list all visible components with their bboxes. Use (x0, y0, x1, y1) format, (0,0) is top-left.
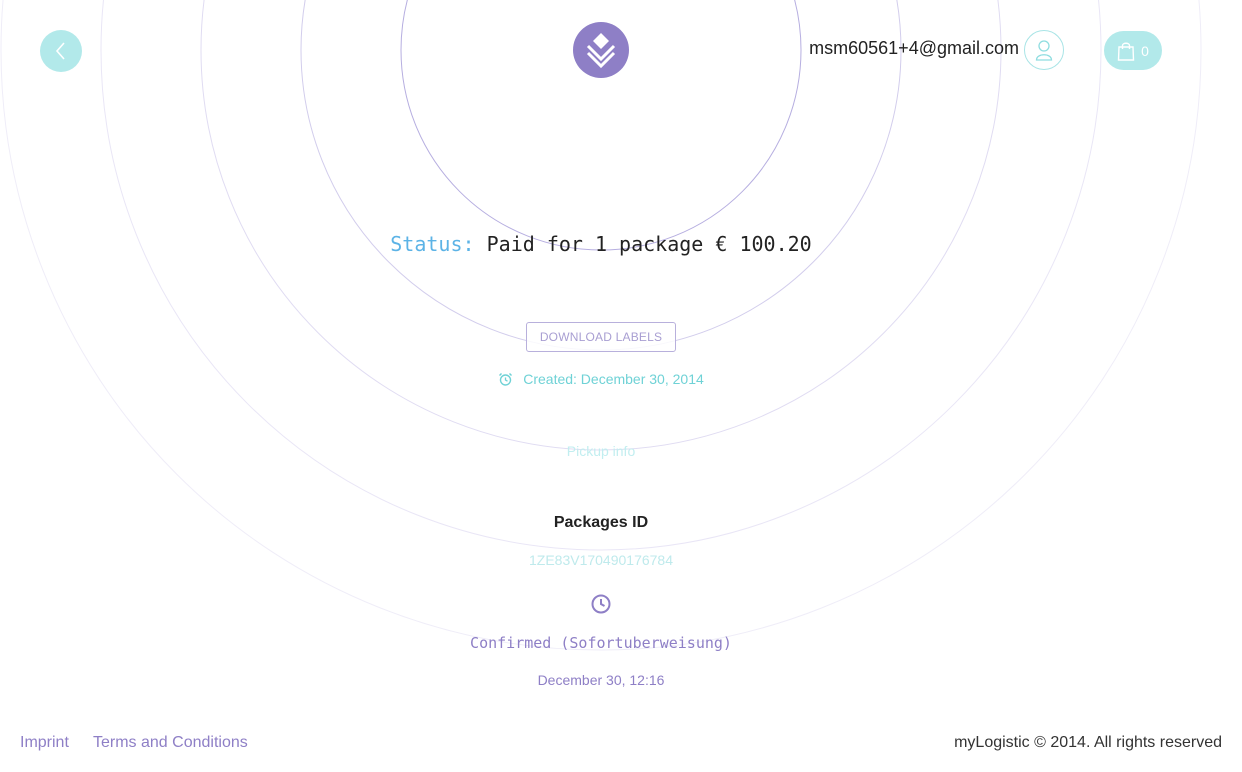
user-icon (1035, 39, 1053, 61)
clock-icon (590, 593, 612, 615)
pickup-info-link[interactable]: Pickup info (0, 443, 1202, 459)
confirmation-status: Confirmed (Sofortuberweisung) (470, 634, 732, 652)
download-labels-button[interactable]: DOWNLOAD LABELS (526, 322, 676, 352)
package-id: 1ZE83V170490176784 (528, 552, 674, 568)
packages-heading: Packages ID (553, 514, 649, 531)
user-email[interactable]: msm60561+4@gmail.com (809, 38, 1019, 59)
footer-copyright: myLogistic © 2014. All rights reserved (954, 734, 1222, 751)
brand-logo[interactable] (573, 22, 629, 78)
order-status-page: msm60561+4@gmail.com 0 Status: Paid for … (0, 0, 1242, 772)
shopping-bag-icon (1117, 41, 1135, 61)
created-text: Created: December 30, 2014 (523, 371, 704, 387)
status-label: Status: (390, 232, 475, 256)
cart-count: 0 (1141, 42, 1149, 59)
confirmation-date: December 30, 12:16 (537, 672, 665, 688)
status-value: Paid for 1 package € 100.20 (486, 232, 812, 256)
chevron-left-icon (54, 41, 68, 61)
account-button[interactable] (1024, 30, 1064, 70)
status-line: Status: Paid for 1 package € 100.20 (0, 232, 1202, 256)
created-info: Created: December 30, 2014 (0, 371, 1202, 387)
alarm-clock-icon (498, 372, 513, 387)
cart-button[interactable]: 0 (1104, 31, 1162, 70)
footer-imprint-link[interactable]: Imprint (20, 734, 69, 752)
stacked-box-logo-icon (584, 31, 618, 69)
footer-terms-link[interactable]: Terms and Conditions (93, 734, 248, 752)
back-button[interactable] (40, 30, 82, 72)
